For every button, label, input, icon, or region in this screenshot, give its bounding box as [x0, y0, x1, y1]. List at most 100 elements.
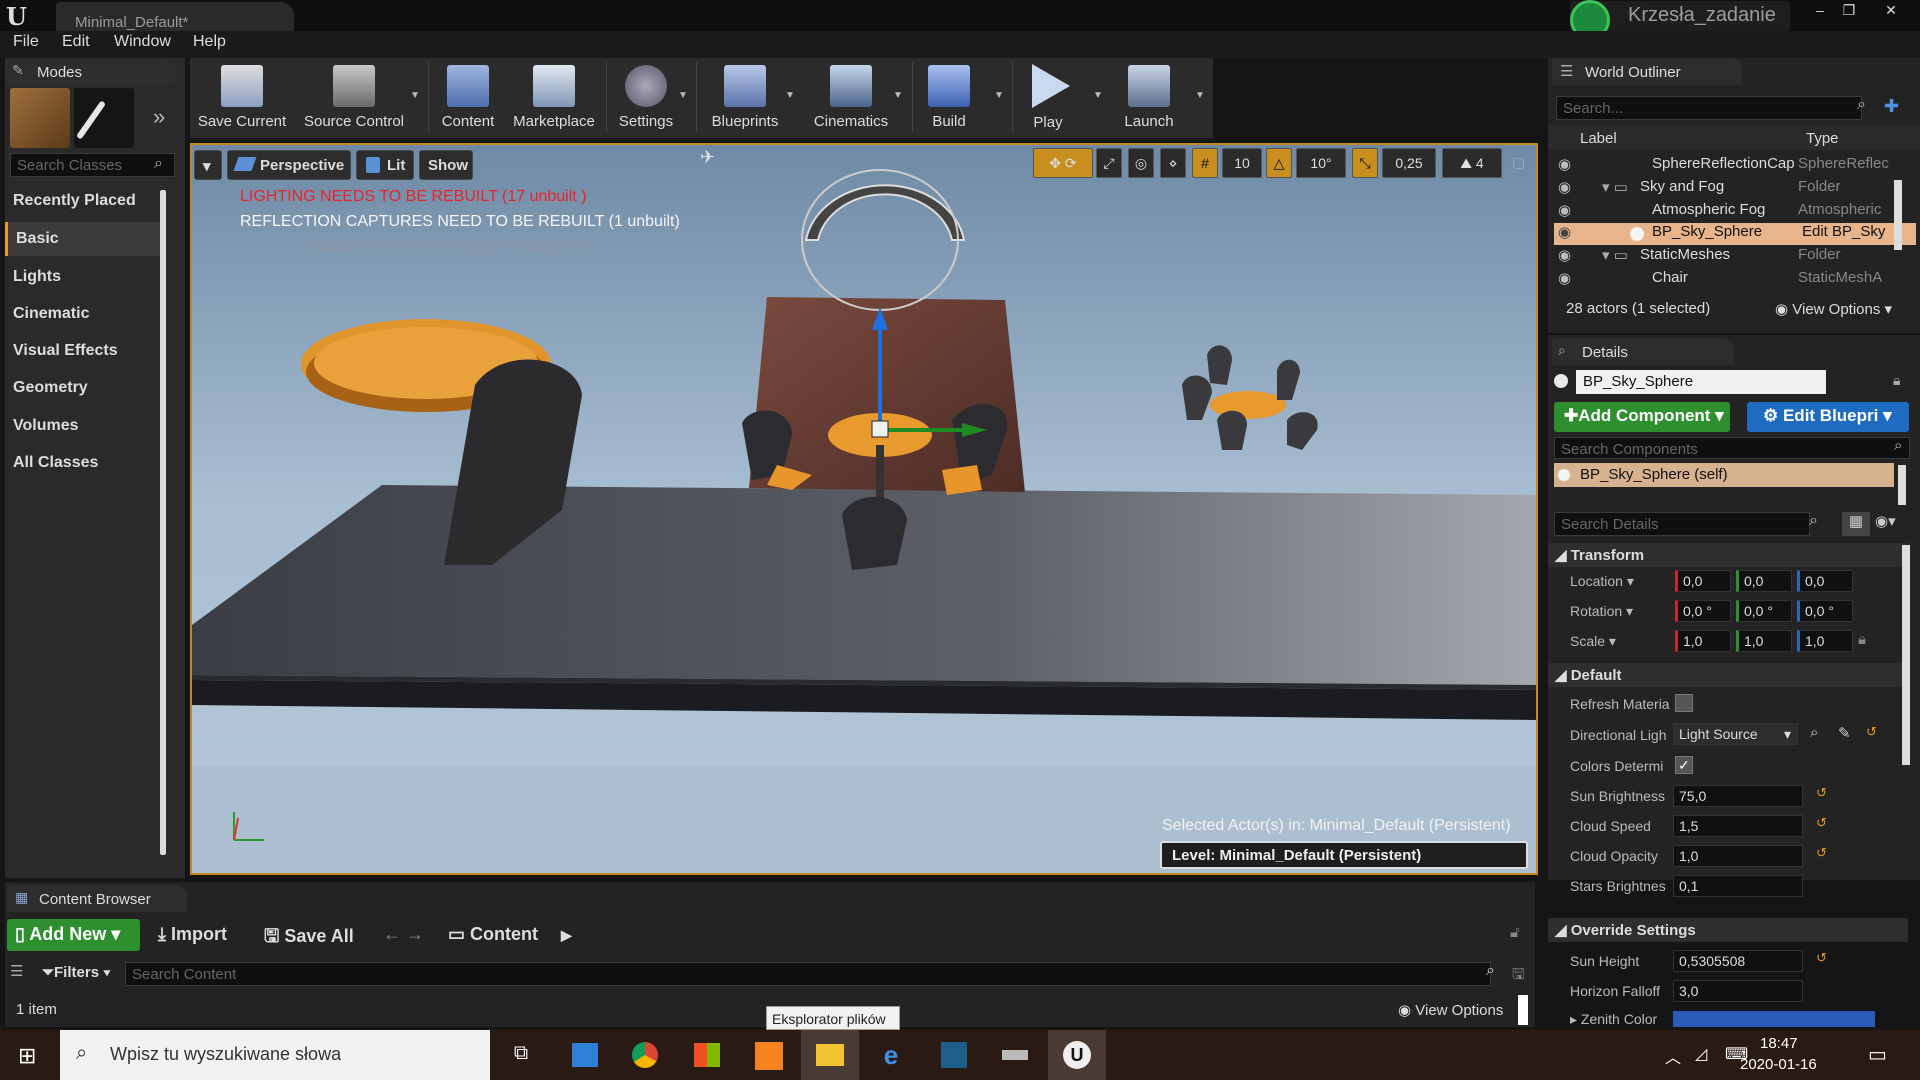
- edit-blueprint-button[interactable]: ⚙ Edit Bluepri ▾: [1747, 402, 1909, 432]
- blueprints-dropdown-icon[interactable]: ▼: [785, 90, 795, 101]
- scale-snap-value[interactable]: 0,25: [1382, 148, 1436, 178]
- outliner-row[interactable]: ◉ ▾ ▭ Sky and Fog Folder: [1554, 178, 1916, 200]
- content-scrollbar[interactable]: [1518, 995, 1528, 1025]
- transform-tools[interactable]: ✥ ⟳: [1033, 148, 1093, 178]
- world-space-icon[interactable]: ◎: [1128, 148, 1154, 178]
- source-control-button[interactable]: Source Control: [296, 58, 412, 138]
- zenith-color-swatch[interactable]: [1673, 1011, 1875, 1027]
- content-browser-tab[interactable]: Content Browser: [7, 885, 187, 912]
- outliner-row[interactable]: ◉ Atmospheric Fog Atmospheric: [1554, 201, 1916, 223]
- scale-dropdown[interactable]: Scale ▾: [1570, 633, 1616, 650]
- search-components-input[interactable]: Search Components: [1554, 437, 1910, 459]
- content-button[interactable]: Content: [432, 58, 504, 138]
- scale-y-field[interactable]: 1,0: [1736, 630, 1792, 652]
- eyedropper-icon[interactable]: ✎: [1838, 724, 1851, 742]
- paint-mode-icon[interactable]: [74, 88, 134, 148]
- add-component-button[interactable]: ✚Add Component ▾: [1554, 402, 1730, 432]
- stars-brightness-field[interactable]: 0,1: [1673, 875, 1803, 897]
- scale-tool-icon[interactable]: ⤢: [1096, 148, 1122, 178]
- place-mode-icon[interactable]: [10, 88, 70, 148]
- tray-chevron-icon[interactable]: ︿: [1665, 1044, 1681, 1068]
- rotation-snap-value[interactable]: 10°: [1296, 148, 1346, 178]
- launch-button[interactable]: Launch: [1115, 58, 1183, 138]
- network-icon[interactable]: ◿: [1695, 1044, 1707, 1064]
- menu-window[interactable]: Window: [114, 33, 171, 51]
- category-lights[interactable]: Lights: [5, 260, 160, 294]
- settings-dropdown-icon[interactable]: ▼: [678, 90, 688, 101]
- category-cinematic[interactable]: Cinematic: [5, 297, 160, 331]
- reset-icon[interactable]: ↺: [1816, 815, 1827, 831]
- search-classes-input[interactable]: Search Classes: [10, 153, 175, 177]
- category-volumes[interactable]: Volumes: [5, 409, 160, 443]
- edge-icon[interactable]: e: [862, 1030, 920, 1080]
- reset-icon[interactable]: ↺: [1866, 724, 1877, 740]
- refresh-material-checkbox[interactable]: [1675, 694, 1693, 712]
- play-dropdown-icon[interactable]: ▼: [1093, 90, 1103, 101]
- content-view-options[interactable]: ◉ View Options: [1398, 1001, 1503, 1019]
- visibility-icon[interactable]: ◉: [1558, 223, 1571, 241]
- component-self-row[interactable]: BP_Sky_Sphere (self): [1554, 463, 1894, 487]
- app-window-icon[interactable]: [556, 1030, 614, 1080]
- outliner-row[interactable]: ◉ SphereReflectionCap SphereReflec: [1554, 155, 1916, 177]
- scale-snap-icon[interactable]: ⤡: [1352, 148, 1378, 178]
- store-icon[interactable]: [678, 1030, 736, 1080]
- details-tab[interactable]: Details: [1552, 338, 1734, 365]
- location-x-field[interactable]: 0,0: [1675, 570, 1731, 592]
- lit-button[interactable]: Lit: [356, 150, 414, 180]
- browse-icon[interactable]: ⌕: [1810, 724, 1818, 741]
- visibility-icon[interactable]: ◉: [1558, 201, 1571, 219]
- app-tool-icon[interactable]: [986, 1030, 1044, 1080]
- search-details-input[interactable]: Search Details: [1554, 512, 1810, 536]
- outliner-row[interactable]: ◉ ▾ ▭ StaticMeshes Folder: [1554, 246, 1916, 268]
- notifications-icon[interactable]: ▭: [1868, 1042, 1887, 1067]
- outliner-scrollbar[interactable]: [1894, 180, 1902, 250]
- rotation-dropdown[interactable]: Rotation ▾: [1570, 603, 1633, 620]
- sublime-icon[interactable]: [740, 1030, 798, 1080]
- details-scrollbar[interactable]: [1902, 545, 1910, 765]
- visibility-icon[interactable]: ◉: [1558, 269, 1571, 287]
- rotation-x-field[interactable]: 0,0 °: [1675, 600, 1731, 622]
- blueprints-button[interactable]: Blueprints: [702, 58, 788, 138]
- settings-button[interactable]: Settings: [612, 58, 680, 138]
- back-arrow-icon[interactable]: ←: [383, 924, 401, 945]
- more-modes-icon[interactable]: »: [153, 104, 165, 130]
- location-y-field[interactable]: 0,0: [1736, 570, 1792, 592]
- cloud-speed-field[interactable]: 1,5: [1673, 815, 1803, 837]
- scale-z-field[interactable]: 1,0: [1797, 630, 1853, 652]
- play-button[interactable]: Play: [1020, 58, 1076, 138]
- rotation-y-field[interactable]: 0,0 °: [1736, 600, 1792, 622]
- lock-icon[interactable]: 🔒︎: [1893, 372, 1900, 389]
- visibility-icon[interactable]: ◉: [1558, 178, 1571, 196]
- rotation-z-field[interactable]: 0,0 °: [1797, 600, 1853, 622]
- outliner-row[interactable]: ◉ Chair StaticMeshA: [1554, 269, 1916, 291]
- minimize-button[interactable]: –: [1807, 0, 1833, 20]
- reset-icon[interactable]: ↺: [1816, 785, 1827, 801]
- save-all-button[interactable]: 🖫︎ Save All: [264, 924, 354, 954]
- cinematics-button[interactable]: Cinematics: [806, 58, 896, 138]
- column-type[interactable]: Type: [1806, 130, 1839, 147]
- app-launcher-icon[interactable]: [925, 1030, 983, 1080]
- clock-date[interactable]: 2020-01-16: [1740, 1056, 1817, 1073]
- clock-time[interactable]: 18:47: [1760, 1035, 1798, 1052]
- viewport-options-button[interactable]: ▾: [194, 150, 222, 180]
- reset-icon[interactable]: ↺: [1816, 845, 1827, 861]
- unreal-logo[interactable]: U: [6, 2, 34, 31]
- reset-icon[interactable]: ↺: [1816, 950, 1827, 966]
- grid-snap-value[interactable]: 10: [1222, 148, 1262, 178]
- camera-speed[interactable]: ⛰ 4: [1442, 148, 1502, 178]
- sun-brightness-field[interactable]: 75,0: [1673, 785, 1803, 807]
- surface-snap-icon[interactable]: ⋄: [1160, 148, 1186, 178]
- lock-icon[interactable]: 🔒︎: [1858, 631, 1866, 648]
- category-all-classes[interactable]: All Classes: [5, 446, 160, 480]
- launch-dropdown-icon[interactable]: ▼: [1195, 90, 1205, 101]
- import-button[interactable]: ⤓ Import: [158, 924, 227, 945]
- menu-edit[interactable]: Edit: [62, 33, 90, 51]
- menu-file[interactable]: File: [13, 33, 39, 51]
- outliner-view-options[interactable]: ◉ View Options ▾: [1775, 300, 1892, 318]
- modes-scrollbar[interactable]: [160, 190, 166, 855]
- marketplace-button[interactable]: Marketplace: [508, 58, 600, 138]
- chrome-icon[interactable]: [616, 1030, 674, 1080]
- menu-help[interactable]: Help: [193, 33, 226, 51]
- close-button[interactable]: ✕: [1878, 0, 1904, 20]
- lock-icon[interactable]: 🔓︎: [1510, 924, 1520, 941]
